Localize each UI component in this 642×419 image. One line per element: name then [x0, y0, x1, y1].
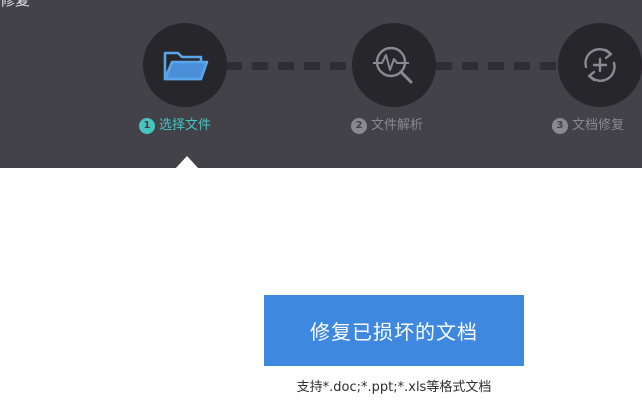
step-header: 修复 1 选择文件 2 文件解析 3 文档修复: [0, 0, 642, 169]
step-label-repair-document: 3 文档修复: [552, 117, 624, 135]
step-text-select-file: 选择文件: [159, 118, 212, 133]
step-number-1: 1: [139, 118, 155, 134]
step-number-3: 3: [552, 118, 568, 134]
step-text-repair-document: 文档修复: [572, 118, 625, 133]
repair-damaged-document-button[interactable]: 修复已损坏的文档: [264, 295, 524, 366]
step-circle-select-file: [143, 23, 227, 107]
step-label-parse-file: 2 文件解析: [351, 117, 423, 135]
step-connector-2-3: [436, 62, 562, 70]
active-step-pointer: [175, 156, 199, 169]
step-number-2: 2: [351, 118, 367, 134]
step-circle-parse-file: [352, 23, 436, 107]
step-connector-1-2: [226, 62, 354, 70]
step-label-select-file: 1 选择文件: [139, 117, 211, 135]
supported-formats-text: 支持*.doc;*.ppt;*.xls等格式文档: [296, 380, 492, 395]
folder-icon: [163, 51, 209, 81]
window-title: 修复: [0, 0, 31, 9]
step-text-parse-file: 文件解析: [371, 118, 424, 133]
scan-analysis-icon: [373, 46, 413, 84]
repair-cycle-icon: [584, 48, 616, 82]
step-circle-repair-document: [558, 23, 642, 107]
